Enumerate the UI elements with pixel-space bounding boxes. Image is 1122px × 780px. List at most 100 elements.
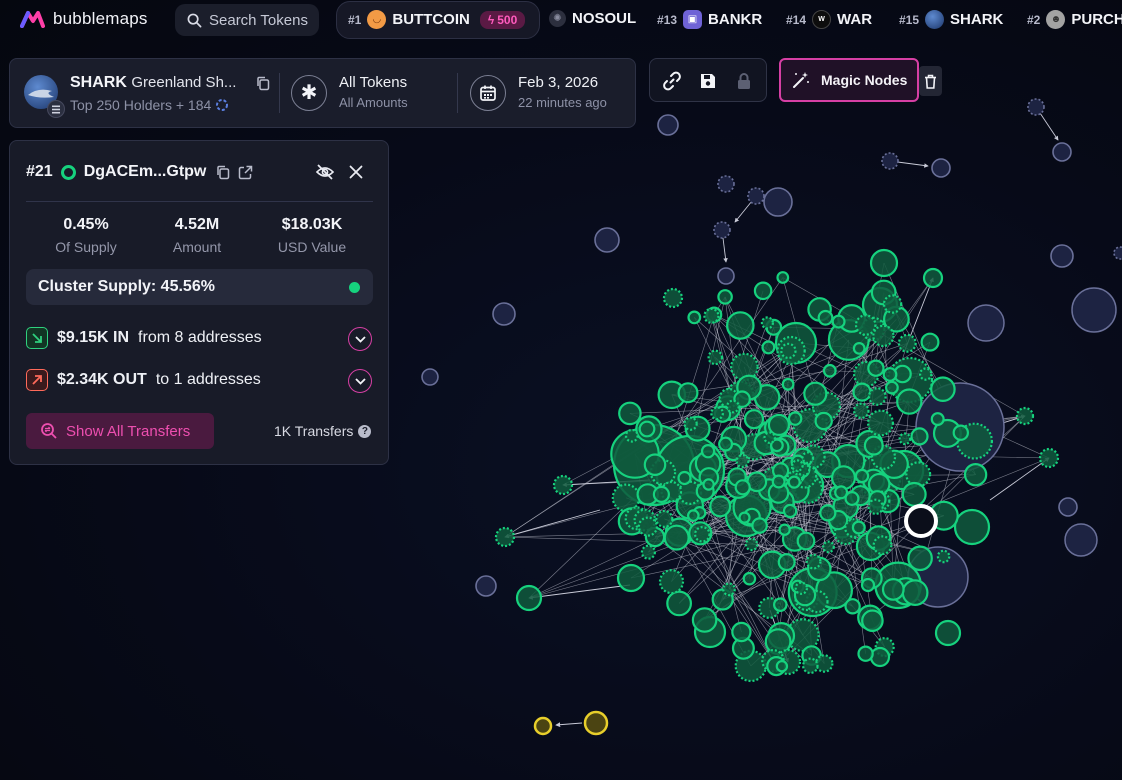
holder-bubble[interactable] xyxy=(740,433,769,461)
holder-bubble[interactable] xyxy=(711,588,734,611)
trending-token-shark[interactable]: #15 SHARK xyxy=(899,10,1003,29)
holder-bubble[interactable] xyxy=(744,537,759,552)
holder-bubble[interactable] xyxy=(787,475,801,489)
holder-bubble[interactable] xyxy=(896,388,923,415)
holder-bubble[interactable] xyxy=(735,454,750,469)
holder-bubble[interactable] xyxy=(963,463,988,487)
holder-bubble[interactable] xyxy=(624,506,649,531)
holder-bubble[interactable] xyxy=(694,450,722,477)
holder-bubble[interactable] xyxy=(657,380,687,410)
holder-bubble[interactable] xyxy=(837,304,866,333)
holder-bubble[interactable] xyxy=(764,628,792,655)
holder-bubble[interactable] xyxy=(693,525,711,543)
holder-bubble[interactable] xyxy=(882,294,903,314)
holder-bubble[interactable] xyxy=(867,387,887,406)
calendar-icon[interactable] xyxy=(470,75,506,111)
holder-bubble[interactable] xyxy=(746,471,768,493)
holder-bubble[interactable] xyxy=(870,444,897,470)
holder-bubble[interactable] xyxy=(686,509,700,522)
holder-bubble[interactable] xyxy=(684,415,711,442)
holder-bubble[interactable] xyxy=(475,575,497,597)
holder-bubble[interactable] xyxy=(796,531,816,551)
holder-bubble[interactable] xyxy=(860,316,886,342)
holder-bubble[interactable] xyxy=(757,550,787,580)
holder-bubble[interactable] xyxy=(732,487,772,527)
holder-bubble[interactable] xyxy=(832,493,860,520)
holder-bubble[interactable] xyxy=(828,486,844,501)
holder-bubble[interactable] xyxy=(869,490,891,512)
holder-bubble[interactable] xyxy=(920,332,940,352)
trending-token-nosoul[interactable]: ✺ NOSOUL xyxy=(549,10,636,27)
holder-bubble[interactable] xyxy=(494,526,516,548)
holder-bubble[interactable] xyxy=(713,405,732,423)
holder-bubble[interactable] xyxy=(855,531,886,562)
expand-inflow-chevron-icon[interactable] xyxy=(348,327,372,351)
holder-bubble[interactable] xyxy=(881,578,905,601)
holder-bubble[interactable] xyxy=(717,267,735,285)
holder-bubble[interactable] xyxy=(618,401,642,426)
holder-bubble[interactable] xyxy=(718,436,734,452)
holder-bubble[interactable] xyxy=(736,374,762,401)
logo[interactable]: bubblemaps xyxy=(20,9,148,29)
holder-bubble[interactable] xyxy=(766,655,787,677)
holder-bubble[interactable] xyxy=(583,710,609,736)
holder-bubble[interactable] xyxy=(831,314,846,329)
holder-bubble[interactable] xyxy=(879,449,909,479)
holder-bubble[interactable] xyxy=(885,380,899,395)
holder-bubble[interactable] xyxy=(897,333,917,353)
holder-bubble[interactable] xyxy=(612,423,696,507)
holder-bubble[interactable] xyxy=(725,311,755,340)
asterisk-icon[interactable]: ✱ xyxy=(291,75,327,111)
holder-bubble[interactable] xyxy=(633,508,657,532)
holder-bubble[interactable] xyxy=(874,636,895,658)
holder-bubble[interactable] xyxy=(757,478,781,501)
holder-bubble[interactable] xyxy=(662,287,684,309)
holder-bubble[interactable] xyxy=(635,415,663,443)
holder-bubble[interactable] xyxy=(655,509,674,529)
holder-bubble[interactable] xyxy=(967,304,1005,342)
holder-bubble[interactable] xyxy=(801,444,826,469)
holder-bubble[interactable] xyxy=(691,607,718,633)
holder-bubble[interactable] xyxy=(783,477,810,504)
holder-bubble[interactable] xyxy=(657,114,679,136)
holder-bubble[interactable] xyxy=(805,553,822,570)
holder-bubble[interactable] xyxy=(857,604,883,631)
holder-bubble[interactable] xyxy=(713,221,731,239)
holder-bubble[interactable] xyxy=(780,456,799,475)
holder-bubble[interactable] xyxy=(781,526,808,552)
holder-bubble[interactable] xyxy=(761,648,785,673)
close-icon[interactable] xyxy=(349,165,363,184)
holder-bubble[interactable] xyxy=(794,586,819,612)
holder-bubble[interactable] xyxy=(610,429,660,479)
save-icon[interactable] xyxy=(697,70,719,92)
holder-bubble[interactable] xyxy=(1064,523,1098,557)
holder-bubble[interactable] xyxy=(1015,406,1035,426)
holder-bubble[interactable] xyxy=(861,286,899,324)
holder-bubble[interactable] xyxy=(805,589,829,614)
holder-bubble[interactable] xyxy=(931,158,951,178)
holder-bubble[interactable] xyxy=(783,462,806,485)
holder-bubble[interactable] xyxy=(763,187,793,217)
holder-bubble[interactable] xyxy=(688,521,713,546)
holder-bubble[interactable] xyxy=(492,302,516,326)
holder-bubble[interactable] xyxy=(683,416,698,431)
boost-badge[interactable]: ϟ 500 xyxy=(479,10,526,29)
holder-bubble[interactable] xyxy=(803,381,828,406)
holder-bubble[interactable] xyxy=(775,434,797,456)
holder-bubble[interactable] xyxy=(726,399,740,414)
holder-bubble[interactable] xyxy=(767,482,790,504)
holder-bubble[interactable] xyxy=(891,577,921,606)
holder-bubble[interactable] xyxy=(787,567,838,618)
holder-bubble[interactable] xyxy=(857,645,874,662)
holder-bubble[interactable] xyxy=(663,524,690,551)
holder-bubble[interactable] xyxy=(743,507,761,526)
holder-bubble[interactable] xyxy=(844,598,861,615)
holder-bubble[interactable] xyxy=(898,432,912,446)
holder-bubble[interactable] xyxy=(787,458,815,486)
holder-bubble[interactable] xyxy=(854,468,870,484)
holder-bubble[interactable] xyxy=(776,271,790,284)
holder-bubble[interactable] xyxy=(724,442,743,462)
holder-bubble[interactable] xyxy=(936,549,951,564)
holder-bubble[interactable] xyxy=(770,437,790,457)
holder-bubble[interactable] xyxy=(867,472,891,496)
